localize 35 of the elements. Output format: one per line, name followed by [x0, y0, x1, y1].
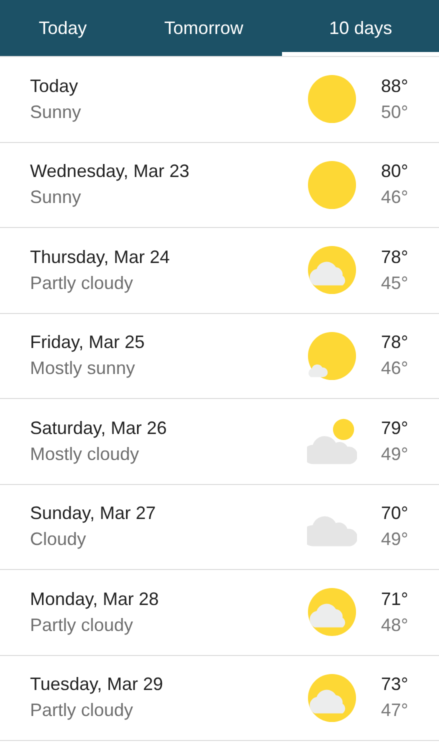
low-temperature: 47° [381, 700, 410, 722]
high-temperature: 80° [381, 161, 410, 182]
condition-label: Partly cloudy [30, 272, 134, 294]
condition-label: Sunny [30, 102, 82, 123]
high-temperature: 71° [381, 588, 410, 610]
day-label: Monday, Mar 28 [30, 588, 160, 610]
tab[interactable]: Tomorrow [125, 0, 282, 56]
condition-label: Mostly sunny [30, 358, 136, 380]
tab[interactable]: 10 days [282, 0, 439, 56]
low-temperature: 49° [381, 529, 410, 550]
low-temperature: 50° [381, 102, 410, 123]
condition-label: Mostly cloudy [30, 444, 140, 465]
high-temperature: 78° [381, 246, 410, 268]
high-temperature: 88° [381, 76, 410, 97]
condition-label: Sunny [30, 187, 82, 208]
day-label: Saturday, Mar 26 [30, 418, 168, 439]
day-label: Friday, Mar 25 [30, 332, 146, 354]
low-temperature: 48° [381, 614, 410, 636]
day-label: Sunday, Mar 27 [30, 503, 157, 524]
high-temperature: 70° [381, 503, 410, 524]
low-temperature: 49° [381, 444, 410, 465]
day-label: Tuesday, Mar 29 [30, 674, 164, 696]
tab[interactable]: Today [0, 0, 126, 56]
day-label: Wednesday, Mar 23 [30, 161, 190, 182]
low-temperature: 46° [381, 187, 410, 208]
day-label: Thursday, Mar 24 [30, 246, 171, 268]
high-temperature: 78° [381, 332, 410, 354]
low-temperature: 46° [381, 358, 410, 380]
condition-label: Partly cloudy [30, 700, 134, 722]
condition-label: Cloudy [30, 529, 88, 550]
low-temperature: 45° [381, 272, 410, 294]
day-label: Today [30, 76, 80, 97]
condition-label: Partly cloudy [30, 614, 134, 636]
high-temperature: 79° [381, 418, 410, 439]
high-temperature: 73° [381, 674, 410, 696]
